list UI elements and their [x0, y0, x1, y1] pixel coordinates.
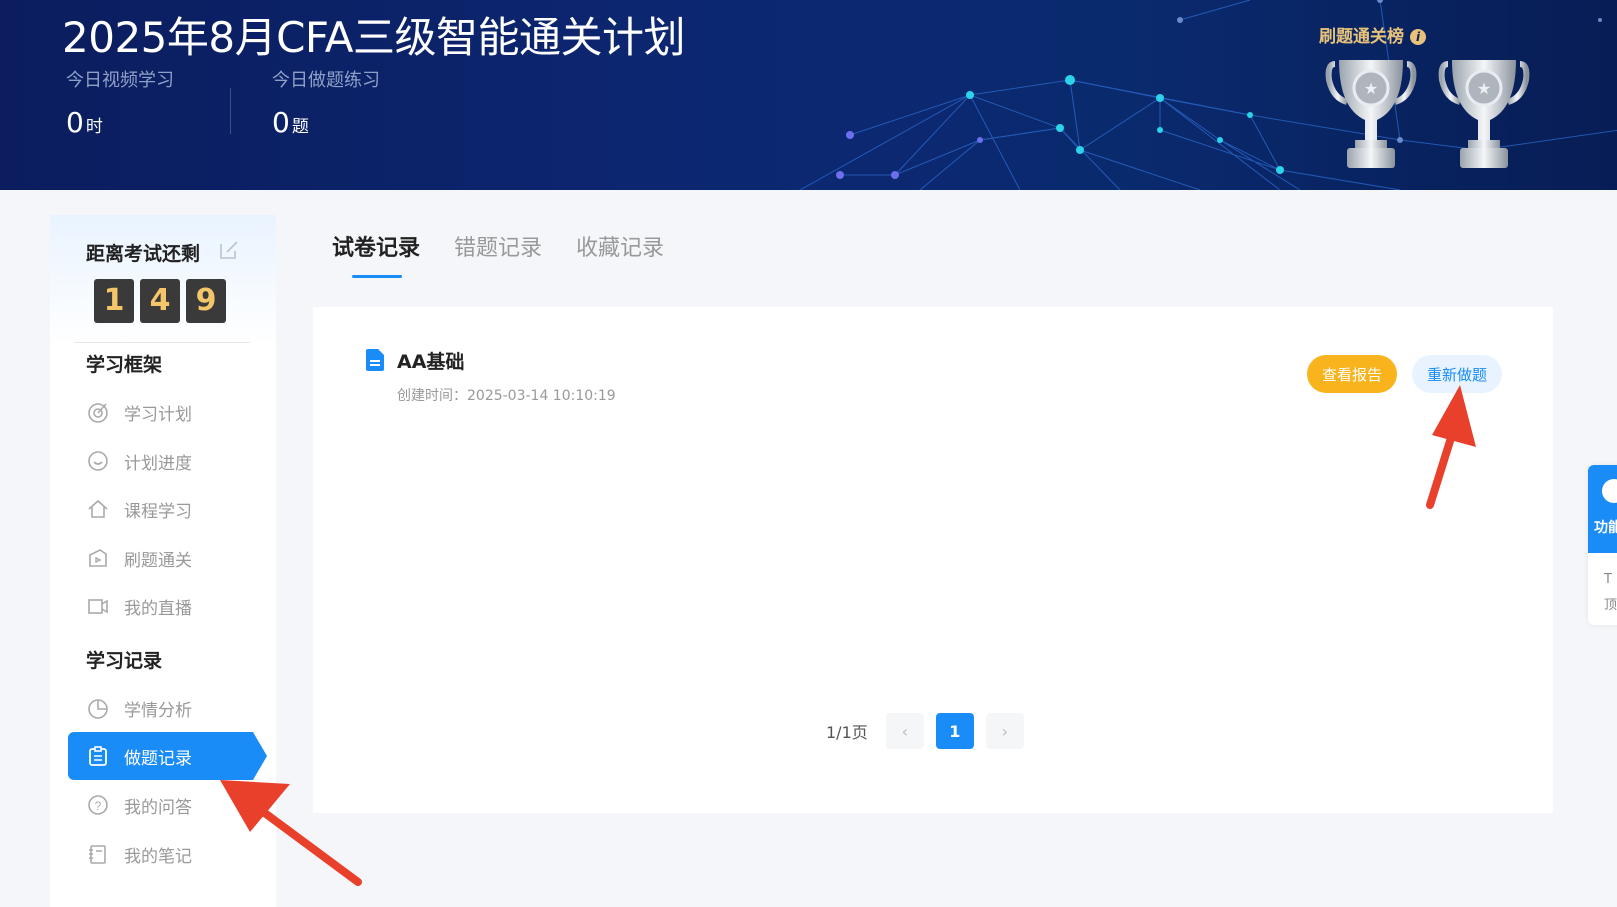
view-report-button[interactable]: 查看报告	[1307, 355, 1397, 393]
countdown-digit: 4	[140, 279, 180, 323]
video-study-value: 0时	[66, 106, 103, 139]
record-title: AA基础	[397, 351, 465, 373]
countdown-title: 距离考试还剩	[86, 243, 201, 265]
floating-function-widget[interactable]: 功能 T 顶	[1588, 465, 1617, 625]
trophy-icon: ★	[1325, 60, 1417, 168]
countdown-digits: 1 4 9	[94, 279, 226, 323]
question-icon: ?	[84, 791, 112, 819]
practice-stat: 今日做题练习 0题	[272, 66, 380, 139]
edit-icon[interactable]	[218, 239, 240, 261]
section-title-records: 学习记录	[86, 650, 163, 672]
tab-wrong-records[interactable]: 错题记录	[454, 230, 542, 278]
clipboard-icon	[84, 742, 112, 770]
progress-icon	[84, 447, 112, 475]
ranking-label: 刷题通关榜	[1319, 27, 1404, 47]
practice-value: 0题	[272, 106, 309, 139]
back-to-top-arrow: T	[1604, 572, 1612, 587]
sidebar-item-label: 我的直播	[124, 598, 192, 619]
stat-divider	[230, 88, 231, 134]
home-icon	[84, 495, 112, 523]
sidebar-item-label: 学习计划	[124, 404, 192, 425]
sidebar-item-course[interactable]: 课程学习	[68, 485, 253, 533]
annotation-arrow	[220, 780, 362, 886]
tab-paper-records[interactable]: 试卷记录	[332, 230, 420, 278]
record-created-time: 创建时间：2025-03-14 10:10:19	[397, 388, 616, 404]
sidebar-item-practice[interactable]: 刷题通关	[68, 534, 253, 582]
next-page-button[interactable]: ›	[985, 713, 1024, 749]
sidebar-item-analysis[interactable]: 学情分析	[68, 684, 253, 732]
video-study-label: 今日视频学习	[66, 70, 174, 91]
divider	[74, 342, 250, 343]
record-tabs: 试卷记录 错题记录 收藏记录	[332, 230, 664, 278]
back-to-top-button[interactable]: T 顶	[1604, 567, 1617, 619]
records-panel: AA基础 创建时间：2025-03-14 10:10:19 查看报告 重新做题 …	[313, 307, 1553, 813]
function-icon	[1602, 479, 1617, 503]
function-button[interactable]: 功能	[1588, 465, 1617, 553]
video-icon	[84, 592, 112, 620]
sidebar-item-label: 学情分析	[124, 700, 192, 721]
sidebar-item-study-plan[interactable]: 学习计划	[68, 388, 253, 436]
section-title-framework: 学习框架	[86, 354, 163, 376]
header-banner: 2025年8月CFA三级智能通关计划 今日视频学习 0时 今日做题练习 0题 刷…	[0, 0, 1617, 190]
pagination: 1/1页 ‹ 1 ›	[826, 713, 1024, 749]
sidebar-item-label: 我的笔记	[124, 846, 192, 867]
plan-title: 2025年8月CFA三级智能通关计划	[62, 13, 685, 62]
sidebar-item-plan-progress[interactable]: 计划进度	[68, 437, 253, 485]
practice-label: 今日做题练习	[272, 70, 380, 91]
document-icon	[366, 349, 384, 371]
svg-text:★: ★	[1477, 79, 1491, 98]
function-label: 功能	[1594, 520, 1617, 536]
ranking-link[interactable]: 刷题通关榜 i	[1319, 22, 1426, 47]
sidebar-item-label: 刷题通关	[124, 550, 192, 571]
sidebar-item-label: 我的问答	[124, 797, 192, 818]
annotation-arrow	[1426, 385, 1476, 509]
practice-icon	[84, 544, 112, 572]
sidebar-item-label: 做题记录	[124, 748, 192, 769]
svg-text:?: ?	[95, 799, 102, 813]
prev-page-button[interactable]: ‹	[885, 713, 924, 749]
sidebar-item-label: 计划进度	[124, 453, 192, 474]
tab-favorite-records[interactable]: 收藏记录	[576, 230, 664, 278]
pie-chart-icon	[84, 694, 112, 722]
sidebar-item-label: 课程学习	[124, 501, 192, 522]
countdown-digit: 9	[186, 279, 226, 323]
trophy-icon: ★	[1438, 60, 1530, 168]
page-info: 1/1页	[826, 723, 868, 742]
info-icon[interactable]: i	[1410, 29, 1426, 45]
target-icon	[84, 398, 112, 426]
notebook-icon	[84, 840, 112, 868]
sidebar-item-live[interactable]: 我的直播	[68, 582, 253, 630]
svg-text:★: ★	[1364, 79, 1378, 98]
video-study-stat: 今日视频学习 0时	[66, 66, 174, 139]
page-number-button[interactable]: 1	[935, 713, 974, 749]
countdown-digit: 1	[94, 279, 134, 323]
back-to-top-label: 顶	[1604, 598, 1617, 613]
